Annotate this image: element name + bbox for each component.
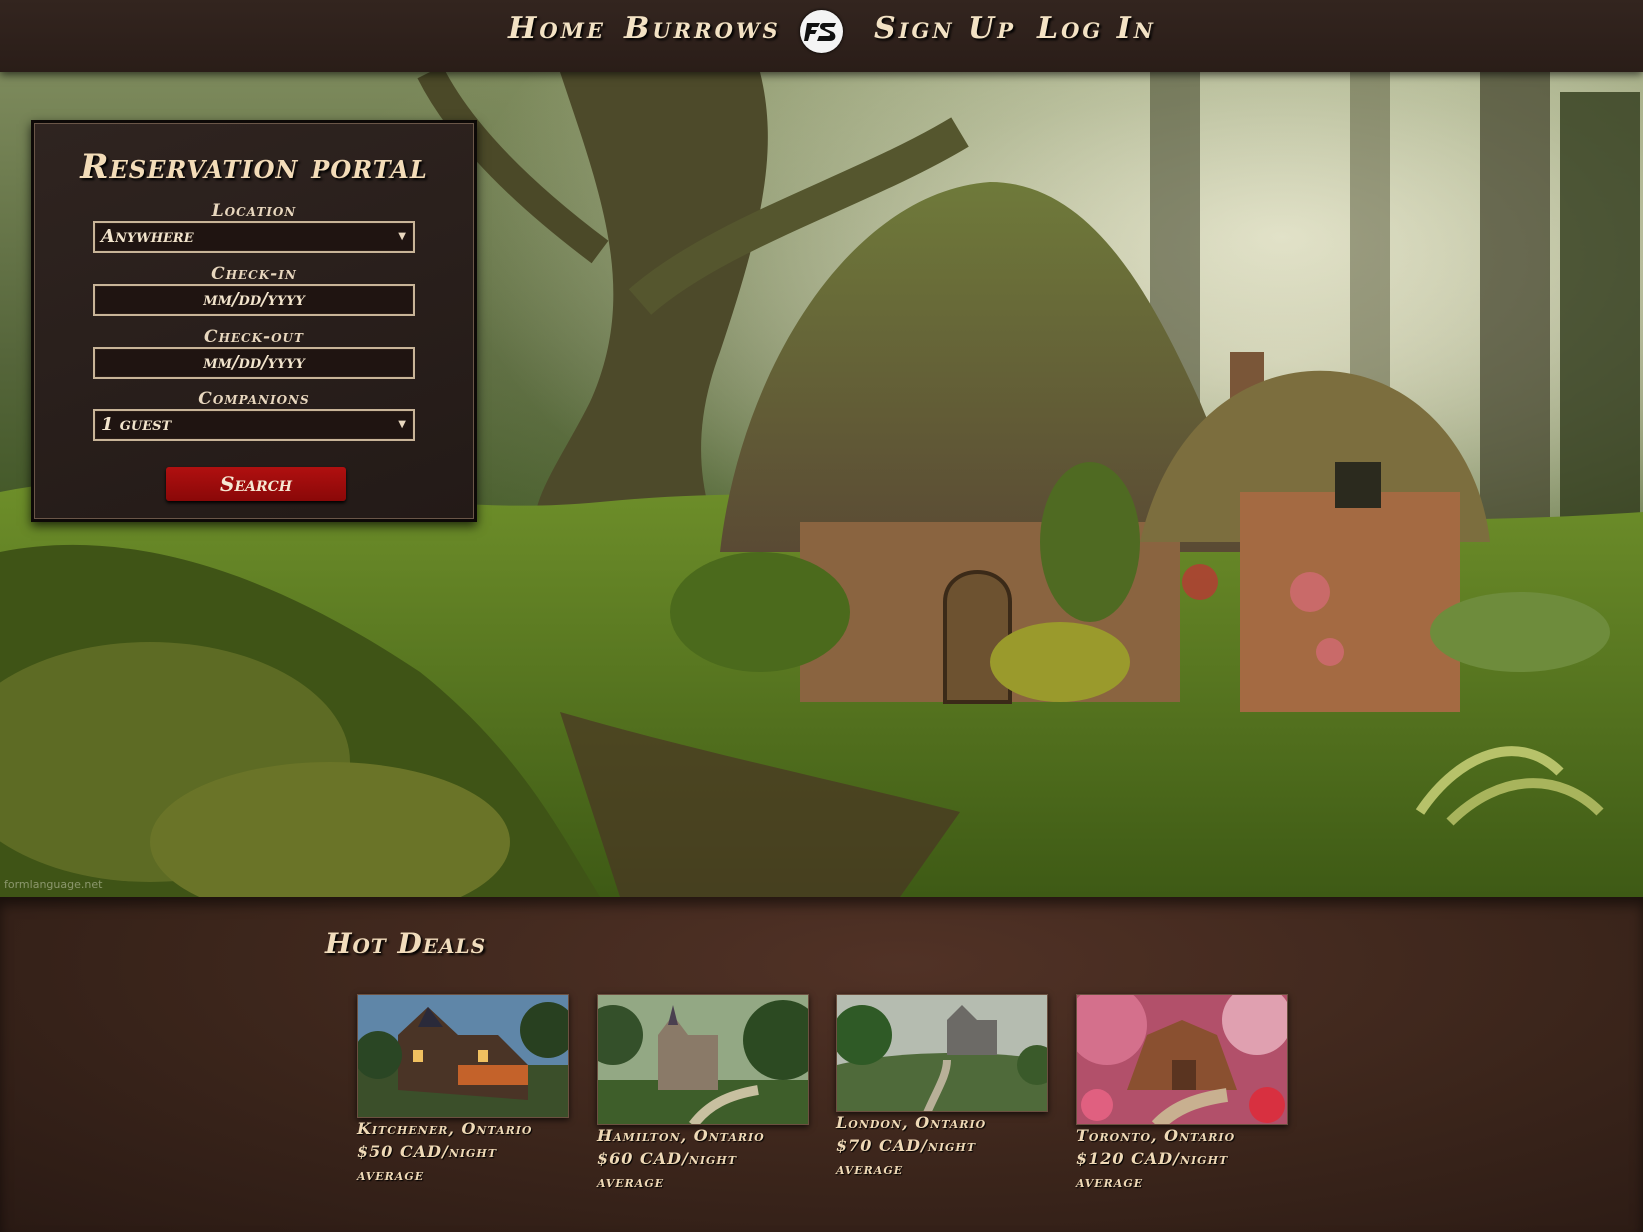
- checkin-label: Check-in: [211, 264, 297, 284]
- logo-icon: [803, 22, 836, 41]
- deal-image-hamilton[interactable]: [597, 994, 809, 1125]
- hot-deals-title: Hot Deals: [325, 927, 487, 960]
- chevron-down-icon: ▼: [398, 419, 406, 430]
- location-select[interactable]: Anywhere ▼: [93, 221, 415, 253]
- checkout-label: Check-out: [204, 327, 304, 347]
- companions-label: Companions: [198, 389, 310, 409]
- deal-image-art: [1077, 995, 1287, 1124]
- deal-price: $70 CAD/night: [836, 1136, 977, 1155]
- nav-login-link[interactable]: Log In: [1037, 12, 1156, 46]
- deal-text: Hamilton, Ontario $60 CAD/night average: [597, 1124, 837, 1193]
- deal-text: Kitchener, Ontario $50 CAD/night average: [357, 1117, 597, 1186]
- deal-note: average: [597, 1172, 665, 1191]
- deal-image-toronto[interactable]: [1076, 994, 1288, 1125]
- deal-image-kitchener[interactable]: [357, 994, 569, 1118]
- reservation-panel: Reservation portal Location Anywhere ▼ C…: [31, 120, 477, 522]
- hot-deals-section: Hot Deals Kitchener, Ontario $50 CAD/nig…: [0, 897, 1643, 1232]
- deal-image-art: [837, 995, 1047, 1111]
- checkin-date-input[interactable]: mm/dd/yyyy: [93, 284, 415, 316]
- deal-location: Kitchener, Ontario: [357, 1119, 533, 1138]
- deal-image-london[interactable]: [836, 994, 1048, 1112]
- search-button[interactable]: Search: [166, 467, 346, 501]
- deal-note: average: [357, 1165, 425, 1184]
- deal-price: $50 CAD/night: [357, 1142, 498, 1161]
- deal-image-art: [358, 995, 568, 1117]
- deal-location: Toronto, Ontario: [1076, 1126, 1236, 1145]
- deal-location: London, Ontario: [836, 1113, 987, 1132]
- reservation-title: Reservation portal: [80, 147, 428, 187]
- checkout-date-input[interactable]: mm/dd/yyyy: [93, 347, 415, 379]
- deal-note: average: [836, 1159, 904, 1178]
- top-nav: Home Burrows Sign Up Log In: [0, 0, 1643, 72]
- site-logo[interactable]: [800, 10, 843, 53]
- chevron-down-icon: ▼: [398, 231, 406, 242]
- nav-burrows-link[interactable]: Burrows: [624, 12, 781, 46]
- hero-watermark: formlanguage.net: [4, 878, 103, 891]
- nav-home-link[interactable]: Home: [508, 12, 606, 46]
- location-label: Location: [211, 201, 297, 221]
- deal-image-art: [598, 995, 808, 1124]
- deal-location: Hamilton, Ontario: [597, 1126, 765, 1145]
- deal-price: $120 CAD/night: [1076, 1149, 1229, 1168]
- nav-signup-link[interactable]: Sign Up: [874, 12, 1016, 46]
- deal-note: average: [1076, 1172, 1144, 1191]
- deal-text: London, Ontario $70 CAD/night average: [836, 1111, 1076, 1180]
- companions-select[interactable]: 1 guest ▼: [93, 409, 415, 441]
- deal-price: $60 CAD/night: [597, 1149, 738, 1168]
- deal-text: Toronto, Ontario $120 CAD/night average: [1076, 1124, 1316, 1193]
